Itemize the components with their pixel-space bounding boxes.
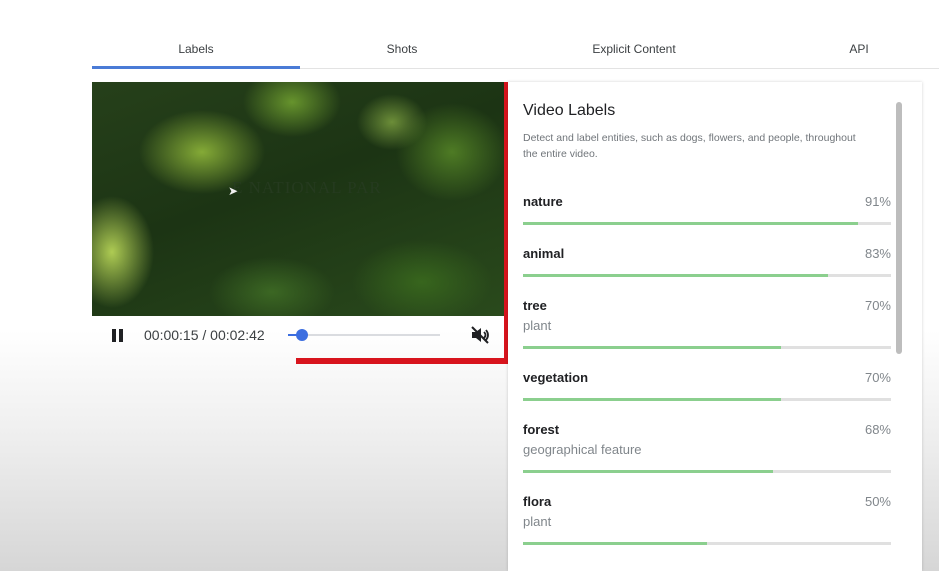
label-row[interactable]: flora 50% plant (523, 494, 891, 545)
label-row[interactable]: forest 68% geographical feature (523, 422, 891, 473)
current-time: 00:00:15 (144, 327, 199, 343)
video-player[interactable]: E NATIONAL PAR ➤ (92, 82, 505, 316)
label-name: vegetation (523, 370, 589, 385)
confidence-bar (523, 274, 891, 277)
confidence-bar-fill (523, 222, 858, 225)
label-list: nature 91% animal 83% tree 70% plant vegetation… (523, 82, 891, 571)
duration: 00:02:42 (210, 327, 265, 343)
confidence-bar (523, 398, 891, 401)
time-separator: / (198, 327, 211, 343)
label-category: geographical feature (523, 442, 642, 457)
video-labels-panel: Video Labels Detect and label entities, … (508, 82, 922, 571)
confidence-bar-fill (523, 398, 781, 401)
label-percent: 68% (864, 422, 891, 437)
mouse-cursor-icon: ➤ (228, 184, 239, 198)
active-tab-indicator (92, 66, 300, 69)
label-percent: 70% (864, 370, 891, 385)
confidence-bar-fill (523, 346, 781, 349)
tab-explicit-content[interactable]: Explicit Content (504, 30, 764, 68)
label-category: plant (523, 514, 552, 529)
confidence-bar (523, 346, 891, 349)
scrollbar[interactable] (896, 102, 902, 354)
video-overlay-text: E NATIONAL PAR (232, 178, 382, 197)
label-name: tree (523, 298, 547, 313)
tab-labels[interactable]: Labels (92, 30, 300, 68)
label-row[interactable]: animal 83% (523, 246, 891, 277)
label-name: animal (523, 246, 565, 261)
confidence-bar (523, 222, 891, 225)
video-controls: 00:00:15 / 00:02:42 (92, 316, 504, 356)
label-percent: 70% (864, 298, 891, 313)
label-name: flora (523, 494, 552, 509)
label-percent: 83% (864, 246, 891, 261)
label-row[interactable]: tree 70% plant (523, 298, 891, 349)
pause-icon[interactable] (112, 329, 124, 342)
tab-bar: Labels Shots Explicit Content API (92, 30, 939, 69)
confidence-bar-fill (523, 542, 707, 545)
label-name: nature (523, 194, 563, 209)
seek-bar-thumb[interactable] (295, 329, 308, 341)
label-row[interactable]: vegetation 70% (523, 370, 891, 401)
confidence-bar-fill (523, 470, 774, 473)
red-annotation-horizontal (296, 358, 510, 364)
time-display: 00:00:15 / 00:02:42 (144, 327, 265, 343)
tab-shots[interactable]: Shots (300, 30, 504, 68)
tab-api[interactable]: API (764, 30, 939, 68)
label-category: plant (523, 318, 552, 333)
label-percent: 50% (864, 494, 891, 509)
confidence-bar-fill (523, 274, 829, 277)
label-percent: 91% (864, 194, 891, 209)
label-row[interactable]: nature 91% (523, 194, 891, 225)
volume-muted-icon[interactable] (468, 323, 492, 347)
seek-bar[interactable] (288, 329, 440, 341)
confidence-bar (523, 470, 891, 473)
label-name: forest (523, 422, 560, 437)
confidence-bar (523, 542, 891, 545)
